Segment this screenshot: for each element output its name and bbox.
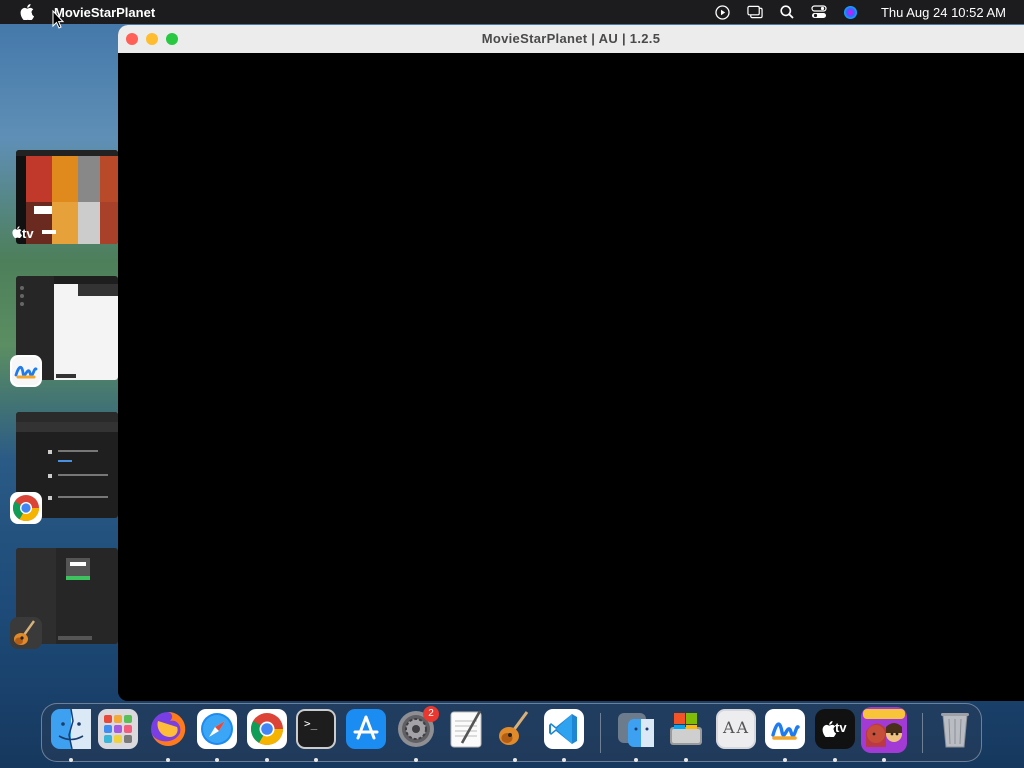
bootcamp-icon[interactable] (666, 709, 706, 749)
stage-manager-icon[interactable] (747, 4, 763, 20)
freeform-running-dot (783, 758, 787, 762)
font-book-icon[interactable]: AA (716, 709, 756, 749)
finder-icon[interactable] (51, 708, 91, 750)
menu-clock[interactable]: Thu Aug 24 10:52 AM (881, 5, 1006, 20)
safari-icon[interactable] (197, 709, 237, 749)
app-store-icon[interactable] (346, 709, 386, 749)
siri-icon[interactable] (843, 4, 859, 20)
apple-logo-icon (822, 721, 836, 737)
apple-logo-small-icon (12, 226, 22, 238)
terminal-prompt-glyph: >_ (304, 717, 318, 730)
menu-app-name[interactable]: MovieStarPlanet (54, 5, 155, 20)
system-settings-icon[interactable]: 2 (396, 706, 439, 749)
freeform-icon[interactable] (10, 355, 42, 387)
safari-running-dot (215, 758, 219, 762)
firefox-icon[interactable] (148, 709, 188, 749)
garageband-running-dot (513, 758, 517, 762)
terminal-running-dot (314, 758, 318, 762)
dock-separator-trash (922, 713, 923, 753)
terminal-icon[interactable]: >_ (296, 709, 336, 749)
vscode-running-dot (562, 758, 566, 762)
apple-tv-label: tv (22, 226, 34, 241)
menu-bar: MovieStarPlanet Thu Aug 24 10:52 AM (0, 0, 1024, 24)
moviestarplanet-icon[interactable] (861, 707, 907, 753)
garageband-icon[interactable] (495, 709, 535, 749)
vscode-icon[interactable] (544, 709, 584, 749)
bootcamp-running-dot (684, 758, 688, 762)
firefox-running-dot (166, 758, 170, 762)
chrome-running-dot (265, 758, 269, 762)
trash-icon[interactable] (935, 709, 975, 749)
moviestarplanet-running-dot (882, 758, 886, 762)
migration-running-dot (634, 758, 638, 762)
settings-notification-badge: 2 (423, 706, 439, 722)
apple-tv-icon[interactable]: tv (815, 709, 855, 749)
screen-record-icon[interactable] (715, 4, 731, 20)
apple-tv-glyph: tv (835, 720, 847, 735)
launchpad-icon[interactable] (98, 709, 138, 749)
window-titlebar[interactable]: MovieStarPlanet | AU | 1.2.5 (118, 25, 1024, 54)
mouse-cursor-icon (52, 10, 64, 29)
apple-icon[interactable] (20, 4, 34, 20)
dock: >_ 2 AA tv (41, 703, 982, 762)
chrome-icon[interactable] (247, 709, 287, 749)
chrome-icon[interactable] (10, 492, 42, 524)
garageband-icon[interactable] (10, 617, 42, 649)
game-content-area[interactable] (118, 53, 1024, 701)
migration-icon[interactable] (616, 709, 656, 749)
settings-running-dot (414, 758, 418, 762)
control-center-icon[interactable] (811, 4, 827, 20)
moviestarplanet-window: MovieStarPlanet | AU | 1.2.5 (118, 25, 1024, 701)
dock-separator (600, 713, 601, 753)
font-book-glyph: AA (723, 718, 751, 737)
window-title: MovieStarPlanet | AU | 1.2.5 (481, 31, 661, 46)
freeform-icon[interactable] (765, 709, 805, 749)
spotlight-icon[interactable] (779, 4, 795, 20)
finder-running-dot (69, 758, 73, 762)
apple-tv-running-dot (833, 758, 837, 762)
textedit-icon[interactable] (446, 709, 486, 749)
